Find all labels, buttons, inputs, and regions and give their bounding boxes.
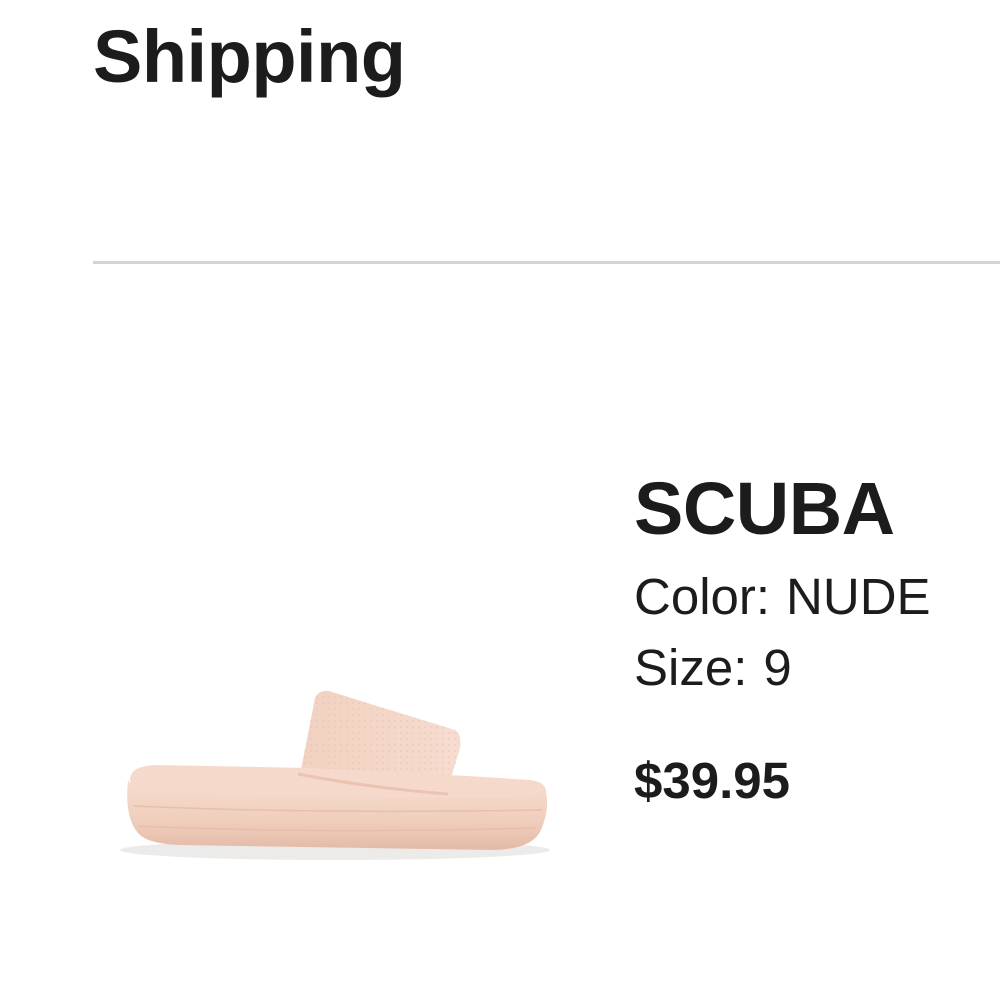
product-image[interactable] bbox=[110, 670, 560, 870]
color-value: NUDE bbox=[786, 568, 931, 626]
shipping-page: Shipping SCUBA Color: NUDE Size: 9 $39.9… bbox=[0, 0, 1000, 1000]
size-label: Size: bbox=[634, 639, 748, 697]
divider bbox=[93, 261, 1000, 264]
product-size: Size: 9 bbox=[634, 642, 1000, 693]
size-value: 9 bbox=[763, 639, 792, 697]
section-title: Shipping bbox=[93, 15, 406, 98]
product-color: Color: NUDE bbox=[634, 571, 1000, 622]
product-name[interactable]: SCUBA bbox=[634, 468, 1000, 550]
product-price: $39.95 bbox=[634, 752, 790, 810]
slide-sandal-icon bbox=[120, 690, 550, 860]
color-label: Color: bbox=[634, 568, 771, 626]
product-info: SCUBA Color: NUDE Size: 9 $39.95 bbox=[634, 468, 1000, 810]
